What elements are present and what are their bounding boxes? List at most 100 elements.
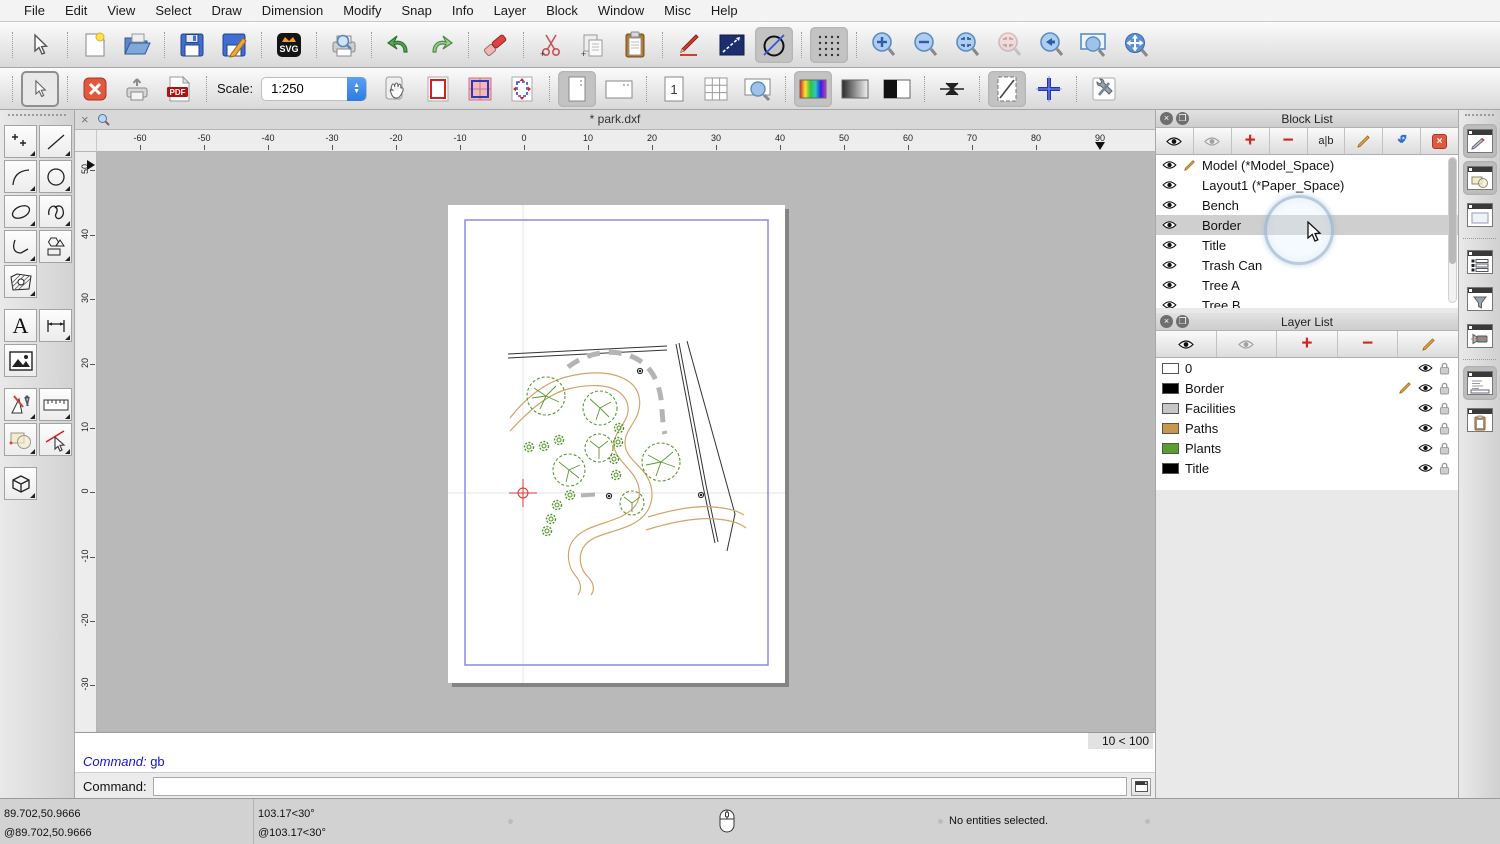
view-list-toggle-icon[interactable]: [1463, 198, 1497, 232]
layer-color-swatch[interactable]: [1162, 422, 1179, 434]
layer-color-swatch[interactable]: [1162, 382, 1179, 394]
layer-row-paths[interactable]: Paths: [1156, 418, 1458, 438]
image-tool-icon[interactable]: [4, 344, 37, 377]
layer-visible-icon[interactable]: [1418, 403, 1433, 413]
zoom-out-icon[interactable]: [907, 27, 945, 63]
spline-tool-icon[interactable]: [39, 195, 72, 228]
menu-window[interactable]: Window: [588, 3, 654, 18]
svg-export-icon[interactable]: SVG: [270, 27, 308, 63]
layer-row-0[interactable]: 0: [1156, 358, 1458, 378]
remove-layer-icon[interactable]: −: [1338, 331, 1399, 357]
shape-tools-icon[interactable]: [39, 230, 72, 263]
layer-lock-icon[interactable]: [1439, 442, 1450, 455]
zoom-auto-icon[interactable]: [949, 27, 987, 63]
close-print-preview-icon[interactable]: [76, 71, 114, 107]
menu-modify[interactable]: Modify: [333, 3, 391, 18]
layer-color-swatch[interactable]: [1162, 442, 1179, 454]
single-page-icon[interactable]: 1: [655, 71, 693, 107]
remove-block-icon[interactable]: −: [1270, 128, 1308, 154]
block-row-model[interactable]: Model (*Model_Space): [1156, 155, 1458, 175]
crosshair-points-icon[interactable]: [1030, 71, 1068, 107]
ellipse-tool-icon[interactable]: [4, 195, 37, 228]
layer-lock-icon[interactable]: [1439, 422, 1450, 435]
layer-row-title[interactable]: Title: [1156, 458, 1458, 478]
layer-color-swatch[interactable]: [1162, 362, 1179, 374]
menu-help[interactable]: Help: [701, 3, 748, 18]
cut-icon[interactable]: +: [532, 27, 570, 63]
layer-visible-icon[interactable]: [1418, 443, 1433, 453]
layer-row-plants[interactable]: Plants: [1156, 438, 1458, 458]
purge-blocks-icon[interactable]: ×: [1421, 128, 1458, 154]
sheet-settings-icon[interactable]: [988, 70, 1027, 107]
redo-icon[interactable]: [422, 27, 460, 63]
zoom-previous-icon[interactable]: [1033, 27, 1071, 63]
line-tool-icon[interactable]: [39, 125, 72, 158]
tiled-pages-icon[interactable]: [461, 71, 499, 107]
cad-tools-icon[interactable]: [4, 388, 37, 421]
auto-fit-page-icon[interactable]: [503, 71, 541, 107]
menu-info[interactable]: Info: [442, 3, 484, 18]
menu-misc[interactable]: Misc: [654, 3, 701, 18]
point-tool-icon[interactable]: [4, 125, 37, 158]
menu-edit[interactable]: Edit: [55, 3, 97, 18]
command-line-toggle-icon[interactable]: [1462, 366, 1497, 400]
edit-block-icon[interactable]: [1345, 128, 1384, 154]
selection-tool-button[interactable]: [21, 70, 59, 107]
paste-icon[interactable]: [616, 27, 654, 63]
hide-all-layers-icon[interactable]: [1217, 331, 1278, 357]
layer-list-toggle-icon[interactable]: [1463, 245, 1497, 279]
menu-view[interactable]: View: [97, 3, 145, 18]
property-editor-toggle-icon[interactable]: [1462, 124, 1497, 158]
block-row-layout1[interactable]: Layout1 (*Paper_Space): [1156, 175, 1458, 195]
insert-block-icon[interactable]: [1383, 128, 1422, 154]
undo-icon[interactable]: [380, 27, 418, 63]
selection-filter-toggle-icon[interactable]: [1463, 282, 1497, 316]
trim-tools-icon[interactable]: [39, 423, 72, 456]
rename-block-icon[interactable]: a|b: [1308, 128, 1346, 154]
zoom-in-icon[interactable]: [865, 27, 903, 63]
print-preview-icon[interactable]: [325, 27, 363, 63]
dimension-tool-icon[interactable]: [39, 309, 72, 342]
add-layer-icon[interactable]: +: [1277, 331, 1338, 357]
library-browser-toggle-icon[interactable]: [1463, 319, 1497, 353]
text-tool-icon[interactable]: A: [4, 309, 37, 342]
block-list-toggle-icon[interactable]: [1462, 161, 1497, 195]
command-input[interactable]: [152, 777, 1127, 796]
solid-3d-tool-icon[interactable]: [4, 467, 37, 500]
command-window-toggle-icon[interactable]: [1131, 777, 1151, 796]
layer-visible-icon[interactable]: [1418, 363, 1433, 373]
modify-tools-icon[interactable]: [4, 423, 37, 456]
save-icon[interactable]: [173, 27, 211, 63]
black-white-icon[interactable]: [878, 71, 916, 107]
full-color-icon[interactable]: [794, 70, 833, 107]
draw-pencil-icon[interactable]: [671, 27, 709, 63]
landscape-page-icon[interactable]: [600, 71, 638, 107]
show-all-layers-icon[interactable]: [1156, 331, 1217, 357]
pdf-export-icon[interactable]: PDF: [160, 71, 198, 107]
menu-block[interactable]: Block: [536, 3, 588, 18]
page-border-icon[interactable]: [419, 71, 457, 107]
zoom-page-icon[interactable]: [739, 71, 777, 107]
arc-tool-icon[interactable]: [4, 160, 37, 193]
command-history[interactable]: 10 < 100 Command: gb: [75, 733, 1155, 773]
menu-select[interactable]: Select: [145, 3, 201, 18]
line-tool-icon[interactable]: [713, 27, 751, 63]
layer-visible-icon[interactable]: [1418, 463, 1433, 473]
grayscale-icon[interactable]: [836, 71, 874, 107]
float-panel-icon[interactable]: ❐: [1176, 315, 1189, 328]
layer-visible-icon[interactable]: [1418, 383, 1433, 393]
block-list-scrollbar[interactable]: [1448, 157, 1457, 303]
layer-row-facilities[interactable]: Facilities: [1156, 398, 1458, 418]
hatch-tool-icon[interactable]: [4, 265, 37, 298]
save-as-icon[interactable]: [215, 27, 253, 63]
copy-icon[interactable]: +: [574, 27, 612, 63]
layer-lock-icon[interactable]: [1439, 382, 1450, 395]
scale-select[interactable]: 1:250 ▲ ▼: [261, 76, 368, 101]
settings-wrench-icon[interactable]: [1085, 71, 1123, 107]
show-all-blocks-icon[interactable]: [1156, 128, 1194, 154]
measure-tool-icon[interactable]: [39, 388, 72, 421]
erase-icon[interactable]: [477, 27, 515, 63]
open-file-icon[interactable]: [118, 27, 156, 63]
menu-layer[interactable]: Layer: [484, 3, 537, 18]
pan-icon[interactable]: [1117, 27, 1155, 63]
